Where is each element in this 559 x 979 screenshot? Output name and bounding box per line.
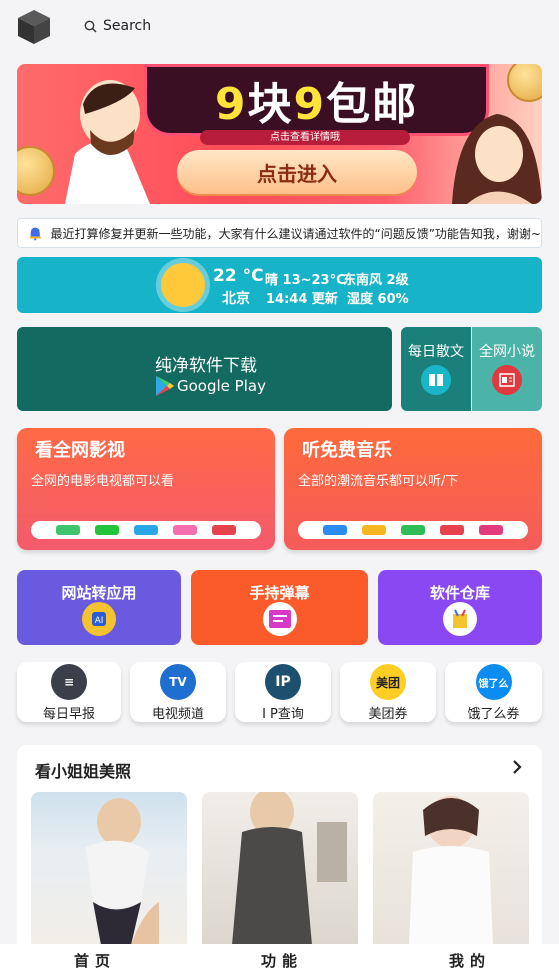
daily-essay-label: 每日散文 [408, 344, 464, 360]
ip-icon: IP [265, 664, 301, 700]
platform-logo-icon [400, 525, 425, 535]
video-card-desc: 全网的电影电视都可以看 [31, 474, 175, 489]
video-card-title: 看全网影视 [35, 440, 125, 461]
software-repository-button[interactable]: 软件仓库 [378, 570, 542, 645]
eleme-coupon-button[interactable]: 饿了么 饿了么券 [445, 662, 542, 722]
eleme-icon: 饿了么 [475, 664, 512, 700]
web-novel-button[interactable]: 全网小说 [472, 327, 542, 411]
book-icon [421, 365, 451, 395]
tile-label: 手持弹幕 [249, 584, 310, 602]
search-box[interactable]: Search [84, 18, 151, 34]
gallery-photo[interactable] [373, 792, 529, 945]
music-card-title: 听免费音乐 [302, 440, 392, 461]
cartoon-woman-illustration [452, 114, 542, 204]
store-name: Google Play [177, 377, 266, 395]
pure-software-download-card[interactable]: 纯净软件下载 Google Play [17, 327, 392, 411]
download-title: 纯净软件下载 [155, 356, 257, 376]
google-play-icon [156, 376, 174, 396]
weather-wind: 东南风 2级 [343, 273, 409, 288]
quick-label: 每日早报 [42, 707, 95, 722]
gallery-title: 看小姐姐美照 [35, 762, 132, 781]
headline-number: 9 [293, 79, 327, 130]
daily-essay-button[interactable]: 每日散文 [401, 327, 471, 411]
gallery-photo[interactable] [202, 792, 358, 945]
danmaku-icon [262, 602, 297, 636]
music-card-desc: 全部的潮流音乐都可以听/下 [298, 474, 459, 489]
top-bar: Search [0, 0, 559, 54]
announcement-bar[interactable]: 最近打算修复并更新一些功能，大家有什么建议请通过软件的“问题反馈”功能告知我，谢… [17, 218, 542, 248]
gallery-photo[interactable] [31, 792, 187, 945]
tv-icon: TV [160, 664, 196, 700]
platform-logo-icon [362, 525, 387, 535]
search-label: Search [103, 18, 152, 34]
website-to-app-button[interactable]: 网站转应用 AI [17, 570, 181, 645]
sunny-icon [161, 263, 205, 307]
headline-text: 包邮 [326, 79, 419, 130]
platform-logo-icon [323, 525, 348, 535]
quick-label: 电视频道 [151, 707, 204, 722]
daily-news-button[interactable]: ≡ 每日早报 [17, 662, 121, 722]
bottom-navigation: 首页 功能 我的 [0, 944, 559, 979]
banner-enter-button[interactable]: 点击进入 [177, 150, 417, 194]
news-icon: ≡ [51, 664, 87, 700]
handheld-danmaku-button[interactable]: 手持弹幕 [191, 570, 368, 645]
weather-temperature: 22 °C [213, 266, 264, 286]
weather-card[interactable]: 22 °C 北京 晴 13~23°C 14:44 更新 东南风 2级 湿度 60… [17, 257, 542, 313]
weather-updated: 14:44 更新 [266, 292, 338, 307]
web-novel-label: 全网小说 [479, 344, 535, 360]
photo-gallery-section: 看小姐姐美照 [17, 745, 542, 945]
platform-logo-icon [211, 525, 236, 535]
app-convert-icon: AI [82, 602, 116, 636]
music-apps-strip [298, 521, 528, 539]
platform-logo-icon [478, 525, 503, 535]
reader-icon [492, 365, 522, 395]
svg-text:AI: AI [95, 616, 104, 626]
quick-label: I P查询 [262, 707, 304, 722]
headline-number: 9 [214, 79, 248, 130]
quick-label: 美团券 [368, 707, 408, 722]
quick-label: 饿了么券 [467, 707, 520, 722]
bell-icon [29, 227, 41, 241]
platform-logo-icon [133, 525, 158, 535]
search-icon [84, 20, 97, 32]
nav-features[interactable]: 功能 [261, 950, 303, 971]
announcement-text: 最近打算修复并更新一些功能，大家有什么建议请通过软件的“问题反馈”功能告知我，谢… [50, 226, 542, 241]
platform-logo-icon [439, 525, 464, 535]
tile-label: 网站转应用 [61, 584, 137, 602]
cube-logo-icon[interactable] [17, 9, 51, 45]
google-play-label: Google Play [155, 375, 266, 397]
tv-channel-button[interactable]: TV 电视频道 [130, 662, 226, 722]
software-repo-icon [443, 602, 477, 636]
music-card[interactable]: 听免费音乐 全部的潮流音乐都可以听/下 [284, 428, 542, 550]
platform-logo-icon [95, 525, 120, 535]
weather-humidity: 湿度 60% [347, 292, 409, 307]
video-card[interactable]: 看全网影视 全网的电影电视都可以看 [17, 428, 275, 550]
nav-mine[interactable]: 我的 [449, 950, 491, 971]
headline-text: 块 [247, 79, 294, 130]
tile-label: 软件仓库 [429, 584, 490, 602]
platform-logo-icon [172, 525, 197, 535]
video-apps-strip [31, 521, 261, 539]
meituan-icon: 美团 [370, 664, 406, 700]
coin-icon [17, 146, 55, 196]
weather-condition: 晴 13~23°C [265, 273, 346, 288]
weather-city: 北京 [222, 291, 250, 307]
meituan-coupon-button[interactable]: 美团 美团券 [340, 662, 436, 722]
chevron-right-icon[interactable] [509, 759, 525, 775]
nav-home[interactable]: 首页 [74, 950, 116, 971]
banner-subtitle: 点击查看详情哦 [200, 130, 410, 145]
ip-lookup-button[interactable]: IP I P查询 [235, 662, 331, 722]
promo-banner[interactable]: 9块9包邮 点击查看详情哦 点击进入 [17, 64, 542, 204]
platform-logo-icon [56, 525, 81, 535]
